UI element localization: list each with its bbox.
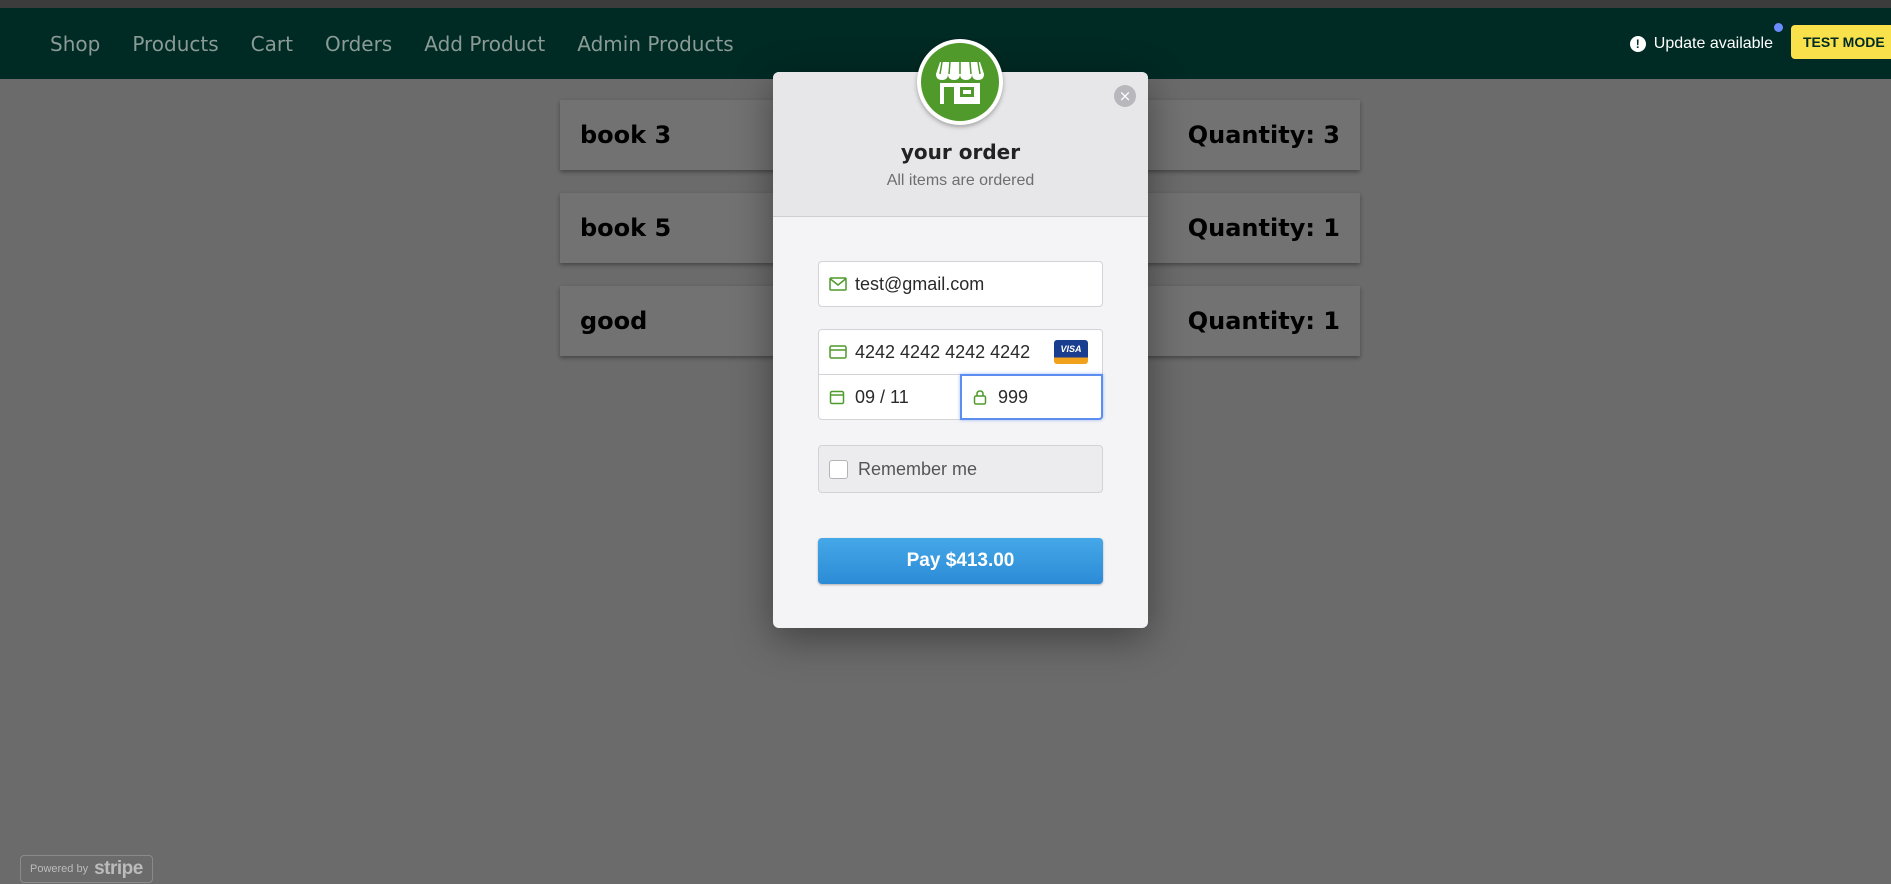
cvc-input[interactable] bbox=[998, 386, 1088, 408]
store-logo bbox=[917, 39, 1003, 125]
remember-me-toggle[interactable]: Remember me bbox=[818, 445, 1103, 493]
nav-right: ! Update available TEST MODE bbox=[1629, 8, 1891, 79]
browser-top-strip bbox=[0, 0, 1891, 8]
lock-icon bbox=[972, 388, 990, 406]
nav-link-orders[interactable]: Orders bbox=[325, 28, 392, 60]
calendar-icon bbox=[829, 388, 847, 406]
card-number-field: VISA bbox=[818, 329, 1103, 375]
test-mode-badge: TEST MODE bbox=[1791, 24, 1891, 59]
email-input[interactable] bbox=[855, 273, 1055, 295]
order-item-quantity: Quantity: 1 bbox=[1187, 214, 1340, 242]
envelope-icon bbox=[829, 275, 847, 293]
order-item-quantity: Quantity: 3 bbox=[1187, 121, 1340, 149]
nav-link-admin-products[interactable]: Admin Products bbox=[577, 28, 733, 60]
close-button[interactable]: × bbox=[1114, 85, 1136, 107]
order-item-title: good bbox=[580, 307, 648, 335]
expiry-input[interactable] bbox=[855, 386, 955, 408]
checkout-modal: × your order All items are ordered VISA … bbox=[773, 39, 1148, 628]
remember-me-checkbox[interactable] bbox=[829, 459, 848, 479]
checkout-modal-header: × your order All items are ordered bbox=[773, 39, 1148, 217]
order-item-title: book 3 bbox=[580, 121, 672, 149]
nav-link-products[interactable]: Products bbox=[132, 28, 218, 60]
email-field bbox=[818, 261, 1103, 307]
card-number-input[interactable] bbox=[855, 341, 1055, 363]
visa-icon: VISA bbox=[1054, 340, 1088, 364]
nav-link-cart[interactable]: Cart bbox=[251, 28, 293, 60]
expiry-field bbox=[818, 374, 961, 420]
nav-links: Shop Products Cart Orders Add Product Ad… bbox=[34, 28, 750, 60]
notification-dot-icon bbox=[1774, 22, 1783, 32]
store-icon bbox=[921, 43, 999, 121]
nav-link-shop[interactable]: Shop bbox=[50, 28, 100, 60]
nav-link-add-product[interactable]: Add Product bbox=[424, 28, 545, 60]
order-item-quantity: Quantity: 1 bbox=[1187, 307, 1340, 335]
stripe-logo: stripe bbox=[94, 858, 143, 879]
pay-button[interactable]: Pay $413.00 bbox=[818, 538, 1103, 584]
update-label: Update available bbox=[1653, 34, 1773, 52]
modal-title: your order bbox=[900, 140, 1021, 164]
update-available-button[interactable]: ! Update available bbox=[1629, 22, 1783, 53]
credit-card-icon bbox=[829, 343, 847, 361]
alert-icon: ! bbox=[1629, 35, 1646, 52]
powered-by-stripe-badge[interactable]: Powered by stripe bbox=[20, 855, 153, 883]
modal-subtitle: All items are ordered bbox=[886, 172, 1035, 189]
order-item-title: book 5 bbox=[580, 214, 672, 242]
remember-me-label: Remember me bbox=[858, 458, 978, 479]
powered-by-label: Powered by bbox=[30, 863, 89, 875]
cvc-field bbox=[960, 374, 1103, 420]
